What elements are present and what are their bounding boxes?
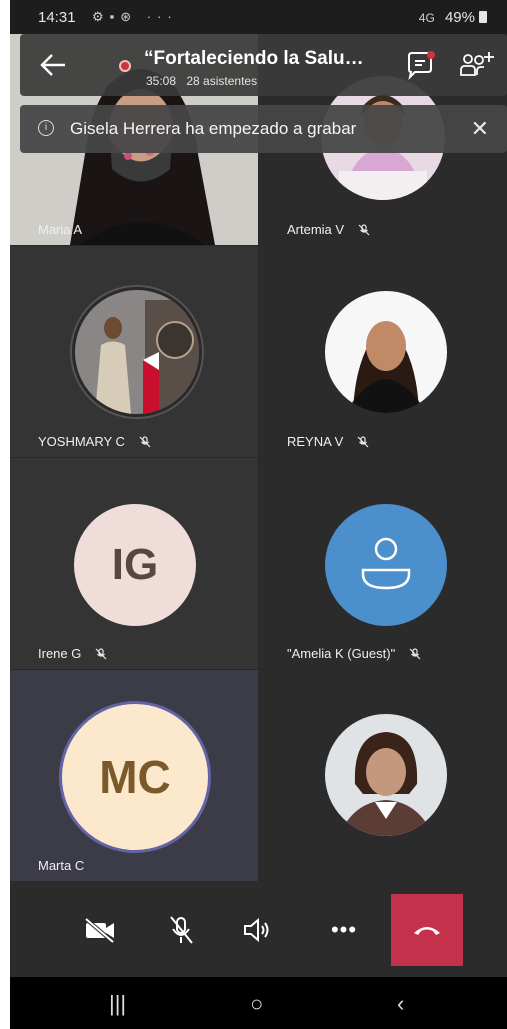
participant-name: YOSHMARY C [38,434,151,449]
participants-icon[interactable] [457,49,497,81]
meeting-subtitle: 35:08 28 asistentes [146,74,264,88]
battery-icon [479,11,487,23]
avatar-photo [325,291,447,413]
banner-text: Gisela Herrera ha empezado a grabar [70,119,357,138]
participant-avatar [325,291,447,413]
signal-icon: 4G [418,11,435,25]
camera-toggle-button[interactable] [65,896,135,964]
call-controls: ••• [10,882,507,977]
participant-tile-amelia-k[interactable]: "Amelia K (Guest)" [259,458,507,669]
participant-tile-marta-c[interactable]: MC Marta C [10,670,258,881]
notification-icons: ⚙▪⊛ ··· [92,9,178,24]
battery-level: 49% [444,9,475,26]
teams-meeting-screen: 14:31 ⚙▪⊛ ··· 4G 49% Maria A Artemia V Y… [10,0,507,1029]
participant-name: Artemia V [287,222,370,237]
status-time: 14:31 [38,9,76,26]
more-icon: ••• [330,917,358,942]
close-icon[interactable]: ✕ [471,116,489,142]
participant-tile-reyna-v[interactable]: REYNA V [259,246,507,457]
status-bar: 14:31 ⚙▪⊛ ··· 4G 49% [10,0,507,34]
muted-mic-icon [357,436,369,449]
back-arrow-icon[interactable] [38,52,68,78]
participant-tile-irene-g[interactable]: IG Irene G [10,458,258,669]
muted-mic-icon [409,648,421,661]
participant-name: "Amelia K (Guest)" [287,646,421,661]
participant-name: REYNA V [287,434,369,449]
mic-toggle-button[interactable] [146,896,216,964]
participant-tile-unnamed[interactable] [259,670,507,881]
guest-avatar [325,504,447,626]
initials-avatar: IG [74,504,196,626]
avatar-photo [75,290,199,414]
person-icon [361,537,411,590]
back-nav-icon[interactable]: ‹ [397,991,404,1017]
chat-icon[interactable] [405,50,437,80]
mic-off-icon [170,916,193,944]
initials-avatar-speaking: MC [62,704,208,850]
home-icon[interactable]: ○ [250,991,263,1017]
speaker-icon [244,917,269,943]
participant-tile-yoshmary-c[interactable]: YOSHMARY C [10,246,258,457]
participant-avatar [72,287,202,417]
more-options-button[interactable]: ••• [309,896,379,964]
recording-banner: i Gisela Herrera ha empezado a grabar ✕ [20,105,507,153]
participant-avatar [325,714,447,836]
participant-name: Maria A [38,222,83,237]
speaker-button[interactable] [223,896,293,964]
meeting-title: “Fortaleciendo la Salu… [144,48,364,69]
avatar-photo [325,714,447,836]
system-nav-bar: ||| ○ ‹ [10,977,507,1029]
muted-mic-icon [95,648,107,661]
camera-off-icon [84,917,115,943]
recent-apps-icon[interactable]: ||| [109,991,126,1017]
hang-up-button[interactable] [391,894,463,966]
attendee-count: 28 asistentes [186,74,258,88]
recording-indicator-icon [119,60,131,72]
participant-name: Irene G [38,646,107,661]
meeting-duration: 35:08 [146,74,177,88]
info-icon: i [38,120,54,136]
muted-mic-icon [358,224,370,237]
participant-name: Marta C [38,858,85,873]
hang-up-icon [414,927,440,935]
muted-mic-icon [139,436,151,449]
meeting-header: “Fortaleciendo la Salu… 35:08 28 asisten… [20,34,507,96]
